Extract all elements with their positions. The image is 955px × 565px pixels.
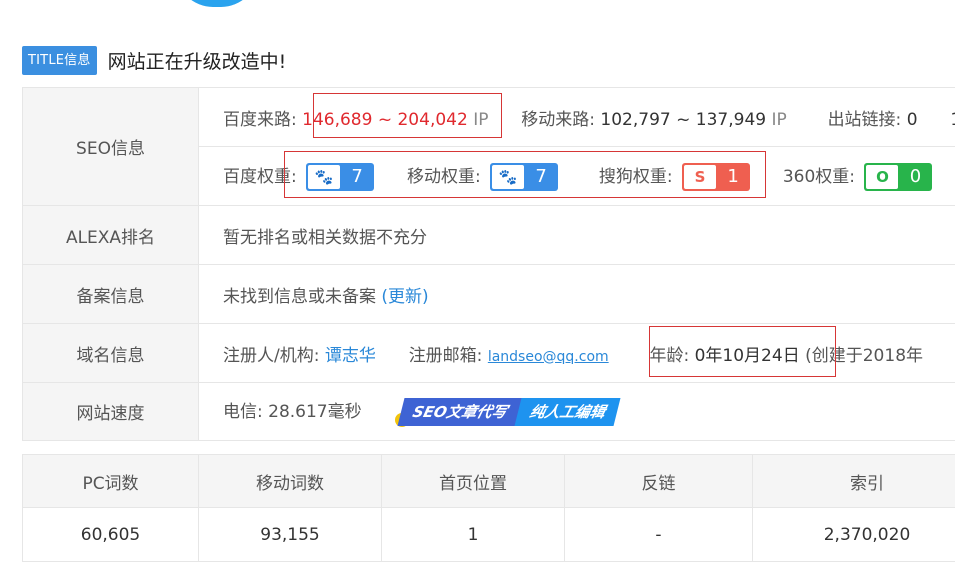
- icp-update-link[interactable]: (更新): [381, 287, 428, 307]
- email-label: 注册邮箱:: [408, 345, 483, 366]
- stats-header-pc: PC词数: [22, 454, 199, 508]
- sogou-weight-label: 搜狗权重:: [598, 166, 673, 187]
- domain-cell: 注册人/机构: 谭志华 注册邮箱: landseo@qq.com 年龄: 0年1…: [198, 323, 955, 383]
- baidu-traffic-ip-unit: IP: [473, 109, 489, 130]
- seo-writing-ad-banner[interactable]: SEO文章代写 纯人工编辑: [395, 398, 621, 427]
- alexa-label: ALEXA排名: [22, 205, 199, 265]
- outlinks-trailing: 1: [950, 110, 955, 130]
- outlinks-value: 0: [906, 109, 918, 130]
- stats-header-index: 索引: [752, 454, 955, 508]
- seo-row-traffic: SEO信息 百度来路: 146,689 ~ 204,042 IP 移动来路: 1…: [22, 87, 955, 206]
- seo-traffic-cell: 百度来路: 146,689 ~ 204,042 IP 移动来路: 102,797…: [198, 87, 955, 147]
- stats-header-row: PC词数 移动词数 首页位置 反链 索引: [22, 454, 955, 508]
- so360-q-icon: O: [866, 164, 899, 189]
- seo-info-label: SEO信息: [22, 87, 199, 206]
- baidu-paw-icon: 🐾: [308, 164, 341, 189]
- mobile-traffic-ip-unit: IP: [771, 109, 787, 130]
- stats-header-mobile: 移动词数: [198, 454, 382, 508]
- stats-value-pc: 60,605: [22, 507, 199, 562]
- page-title-text: 网站正在升级改造中!: [107, 50, 287, 73]
- domain-label: 域名信息: [22, 323, 199, 383]
- so360-weight-label: 360权重:: [782, 166, 856, 187]
- mobile-weight-badge[interactable]: 🐾 7: [490, 162, 559, 191]
- stats-value-index: 2,370,020: [752, 507, 955, 562]
- mobile-traffic-value: 102,797 ~ 137,949: [600, 109, 767, 130]
- domain-created-text: (创建于2018年: [805, 345, 924, 366]
- baidu-weight-label: 百度权重:: [223, 166, 297, 187]
- icp-cell: 未找到信息或未备案 (更新): [198, 264, 955, 324]
- domain-age-label: 年龄:: [649, 345, 690, 366]
- domain-age-value: 0年10月24日: [694, 345, 800, 366]
- stats-value-mobile: 93,155: [198, 507, 382, 562]
- speed-label: 网站速度: [22, 382, 199, 441]
- so360-weight-badge[interactable]: O 0: [864, 162, 933, 191]
- sogou-weight-value: 1: [727, 166, 739, 187]
- domain-row: 域名信息 注册人/机构: 谭志华 注册邮箱: landseo@qq.com 年龄…: [22, 323, 955, 383]
- stats-header-backlinks: 反链: [564, 454, 753, 508]
- site-logo-partial: [176, 0, 258, 7]
- banner-part1: SEO文章代写: [397, 398, 523, 426]
- alexa-row: ALEXA排名 暂无排名或相关数据不充分: [22, 205, 955, 265]
- registrant-email-link[interactable]: landseo@qq.com: [488, 349, 609, 365]
- title-badge: TITLE信息: [22, 45, 97, 75]
- stats-value-backlinks: -: [564, 507, 753, 562]
- sogou-s-icon: S: [684, 164, 717, 189]
- icp-label: 备案信息: [22, 264, 199, 324]
- registrant-label: 注册人/机构:: [223, 345, 320, 366]
- speed-row: 网站速度 电信: 28.617毫秒 SEO文章代写 纯人工编辑: [22, 382, 955, 441]
- registrant-link[interactable]: 谭志华: [325, 346, 376, 366]
- mobile-weight-label: 移动权重:: [406, 166, 481, 187]
- outlinks-label: 出站链接:: [827, 109, 902, 130]
- icp-row: 备案信息 未找到信息或未备案 (更新): [22, 264, 955, 324]
- stats-header-homepage: 首页位置: [381, 454, 565, 508]
- stats-value-homepage: 1: [381, 507, 565, 562]
- baidu-mobile-paw-icon: 🐾: [492, 164, 525, 189]
- site-info-table: SEO信息 百度来路: 146,689 ~ 204,042 IP 移动来路: 1…: [22, 87, 955, 441]
- alexa-value: 暂无排名或相关数据不充分: [198, 205, 955, 265]
- icp-value: 未找到信息或未备案: [223, 286, 376, 307]
- mobile-traffic-label: 移动来路:: [521, 109, 596, 130]
- title-row: TITLE信息 网站正在升级改造中!: [22, 45, 286, 75]
- mobile-weight-value: 7: [535, 166, 547, 187]
- baidu-weight-badge[interactable]: 🐾 7: [306, 162, 375, 191]
- banner-part2: 纯人工编辑: [514, 398, 621, 426]
- so360-weight-value: 0: [909, 166, 922, 187]
- baidu-traffic-value: 146,689 ~ 204,042: [302, 109, 468, 130]
- sogou-weight-badge[interactable]: S 1: [682, 162, 751, 191]
- speed-value: 电信: 28.617毫秒: [223, 402, 362, 422]
- seo-weights-cell: 百度权重: 🐾 7 移动权重: 🐾 7 搜狗权重: S 1 360权重: O 0: [198, 146, 955, 206]
- stats-value-row: 60,605 93,155 1 - 2,370,020: [22, 507, 955, 562]
- baidu-traffic-label: 百度来路:: [223, 109, 297, 130]
- speed-cell: 电信: 28.617毫秒 SEO文章代写 纯人工编辑: [198, 382, 955, 441]
- stats-table: PC词数 移动词数 首页位置 反链 索引 60,605 93,155 1 - 2…: [22, 454, 955, 562]
- baidu-weight-value: 7: [351, 166, 363, 187]
